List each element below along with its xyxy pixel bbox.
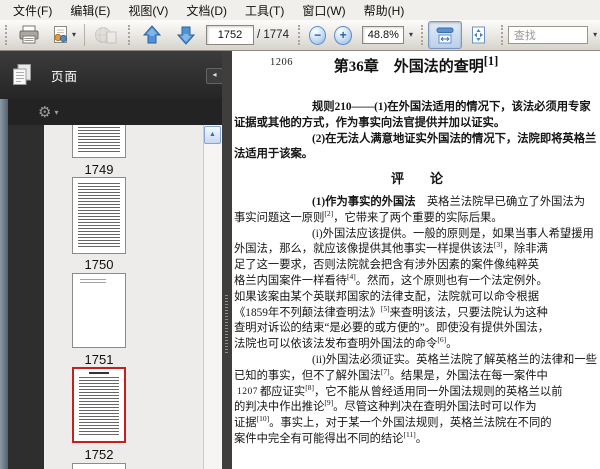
collapse-panel-button[interactable]: ◂ — [206, 68, 223, 84]
thumbnail-label[interactable]: 1752 — [44, 447, 154, 462]
collaborate-button[interactable]: ▾ — [46, 21, 80, 49]
document-line: 如果该案由某个英联邦国家的法律支配，法院就可以命令根据 — [234, 290, 540, 303]
print-button[interactable] — [12, 21, 46, 49]
thumbnail-page-1750[interactable] — [72, 177, 126, 254]
thumbnail-label[interactable]: 1749 — [44, 162, 154, 177]
menu-help[interactable]: 帮助(H) — [355, 0, 414, 21]
collaborate-icon — [50, 25, 70, 45]
fit-width-icon — [436, 27, 454, 44]
find-input[interactable]: 查找 — [507, 26, 589, 44]
menu-file[interactable]: 文件(F) — [4, 0, 61, 21]
zoom-dropdown-button[interactable]: ▾ — [404, 26, 416, 44]
document-line: 已知的事实，但不了解外国法[7]。结果是，外国法在每一案件中 — [234, 368, 548, 382]
pages-icon — [11, 63, 33, 87]
thumbnail-text-preview — [78, 183, 120, 248]
previous-page-button[interactable] — [135, 21, 169, 49]
chapter-title: 第36章 外国法的查明[1] — [333, 54, 499, 75]
menu-tools[interactable]: 工具(T) — [236, 0, 293, 21]
chevron-left-icon: ◂ — [212, 70, 217, 79]
zoom-in-button[interactable]: + — [334, 25, 352, 45]
menu-view[interactable]: 视图(V) — [119, 0, 177, 21]
pages-sidebar: 页面 ◂ ⚙ ▾ 1749 1750 1751 1752 ▲ — [0, 51, 232, 469]
document-line: (2)在无法人满意地证实外国法的情况下，法院即将英格兰 — [312, 132, 597, 145]
find-dropdown-button[interactable]: ▾ — [588, 26, 600, 44]
page-total-label: / 1774 — [257, 29, 289, 41]
pages-panel-title: 页面 — [51, 69, 79, 84]
fit-width-button[interactable] — [427, 21, 462, 49]
menu-bar: 文件(F) 编辑(E) 视图(V) 文档(D) 工具(T) 窗口(W) 帮助(H… — [0, 0, 600, 20]
menu-window[interactable]: 窗口(W) — [293, 0, 354, 21]
document-page: 1206 第36章 外国法的查明[1] 规则210——(1)在外国法适用的情况下… — [232, 51, 600, 469]
document-line: 法院也可以依该法发布查明外国法的命令[6]。 — [234, 337, 458, 351]
chevron-down-icon: ▾ — [54, 107, 59, 117]
toolbar-separator — [84, 24, 85, 46]
thumbnail-page-1752-selected[interactable] — [72, 367, 126, 443]
thumbnail-text-preview — [79, 377, 119, 437]
thumbnail-page-next-partial[interactable] — [72, 463, 126, 469]
pages-panel-header: 页面 ◂ — [0, 51, 232, 99]
menu-document[interactable]: 文档(D) — [177, 0, 236, 21]
find-placeholder: 查找 — [513, 30, 536, 42]
document-line: 足了这一要求，否则法院就会把含有涉外因素的案件像纯粹英 — [234, 259, 540, 272]
toolbar-grip[interactable] — [297, 25, 300, 45]
menu-edit[interactable]: 编辑(E) — [61, 0, 119, 21]
thumbnails-scrollbar[interactable]: ▲ — [203, 125, 222, 469]
chevron-up-icon: ▲ — [209, 131, 216, 138]
toolbar: ▾ 1752 / 1774 − + 48.8% ▾ 查找 ▾ — [0, 20, 600, 51]
document-line: 都应证实[8]，它不能从曾经适用同一外国法规则的英格兰以前 1207 — [234, 385, 600, 401]
zoom-level-value: 48.8% — [367, 29, 399, 41]
zoom-out-button[interactable]: − — [308, 25, 327, 45]
document-line: 格兰内国案件一样看待[4]。然而，这个原则也有一个法定例外。 — [234, 273, 548, 287]
sidebar-resize-splitter[interactable] — [222, 51, 232, 469]
document-line: 证据[10]。事实上，对于某一个外国法规则，英格兰法院在不同的 — [234, 416, 552, 430]
document-line: (i)外国法应该提供。一般的原则是，如果当事人希望援用 — [312, 227, 594, 240]
toolbar-grip[interactable] — [5, 25, 7, 45]
thumbnail-page-1749[interactable] — [72, 125, 126, 158]
toolbar-grip[interactable] — [500, 25, 503, 45]
thumbnail-text-preview — [78, 127, 120, 152]
document-body: 规则210——(1)在外国法适用的情况下，该法必须用专家证据或其他的方式，作为事… — [234, 100, 600, 448]
thumbnail-label[interactable]: 1751 — [44, 352, 154, 367]
window-edge-strip — [0, 99, 8, 469]
panel-options-row: ⚙ ▾ — [8, 99, 232, 125]
document-line: 的判决中作出推论[9]。尽管这种判决在查明外国法时可以作为 — [234, 400, 537, 414]
fit-page-icon — [470, 26, 487, 44]
section-heading: 评 论 — [390, 171, 443, 187]
down-arrow-icon — [176, 24, 196, 46]
toolbar-grip[interactable] — [420, 25, 423, 45]
printer-icon — [18, 25, 40, 45]
document-line: 法适用于该案。 — [234, 148, 314, 161]
document-line: 《1859年不列颠法律查明法》[5]来查明该法，只要法院认为这种 — [234, 305, 548, 319]
chevron-down-icon: ▾ — [593, 30, 598, 39]
email-share-button — [89, 21, 123, 49]
up-arrow-icon — [142, 24, 162, 46]
scroll-up-button[interactable]: ▲ — [204, 126, 221, 144]
thumbnails-panel: 1749 1750 1751 1752 ▲ — [44, 125, 222, 469]
thumbnail-heading-preview — [89, 372, 109, 374]
document-line: 事实问题这一原则[2]，它带来了两个重要的实际后果。 — [234, 210, 503, 224]
pdf-reader-window: 文件(F) 编辑(E) 视图(V) 文档(D) 工具(T) 窗口(W) 帮助(H… — [0, 0, 600, 469]
document-line: (ii)外国法必须证实。英格兰法院了解英格兰的法律和一些 — [312, 353, 597, 366]
gear-icon[interactable]: ⚙ — [38, 105, 51, 120]
chevron-down-icon: ▾ — [408, 30, 413, 39]
document-line: 查明对诉讼的结束“是必要的或方便的”。即使没有提供外国法， — [234, 322, 550, 335]
globe-document-icon — [94, 25, 118, 45]
document-line: 规则210——(1)在外国法适用的情况下，该法必须用专家 — [312, 101, 591, 113]
thumbnail-text-preview — [80, 279, 106, 284]
document-line: 案件中完全有可能得出不同的结论[11]。 — [234, 431, 427, 445]
zoom-level-box[interactable]: 48.8% — [361, 26, 405, 44]
document-line: (1)作为事实的外国法 英格兰法院早已确立了外国法为 — [312, 195, 586, 208]
page-margin-number: 1207 — [237, 386, 258, 397]
next-page-button[interactable] — [169, 21, 203, 49]
content-area: 页面 ◂ ⚙ ▾ 1749 1750 1751 1752 ▲ 1206 第36章… — [0, 51, 600, 469]
fit-page-button[interactable] — [462, 21, 496, 49]
chevron-down-icon: ▾ — [71, 30, 76, 39]
thumbnail-page-1751[interactable] — [72, 273, 126, 348]
document-line: 证据或其他的方式，作为事实向法官提供并加以证实。 — [234, 116, 506, 129]
page-number-input[interactable] — [206, 25, 254, 45]
toolbar-grip[interactable] — [128, 25, 130, 45]
document-line: 外国法，那么，就应该像提供其他事实一样提供该法[3]，除非满 — [234, 242, 548, 256]
thumbnail-label[interactable]: 1750 — [44, 257, 154, 272]
